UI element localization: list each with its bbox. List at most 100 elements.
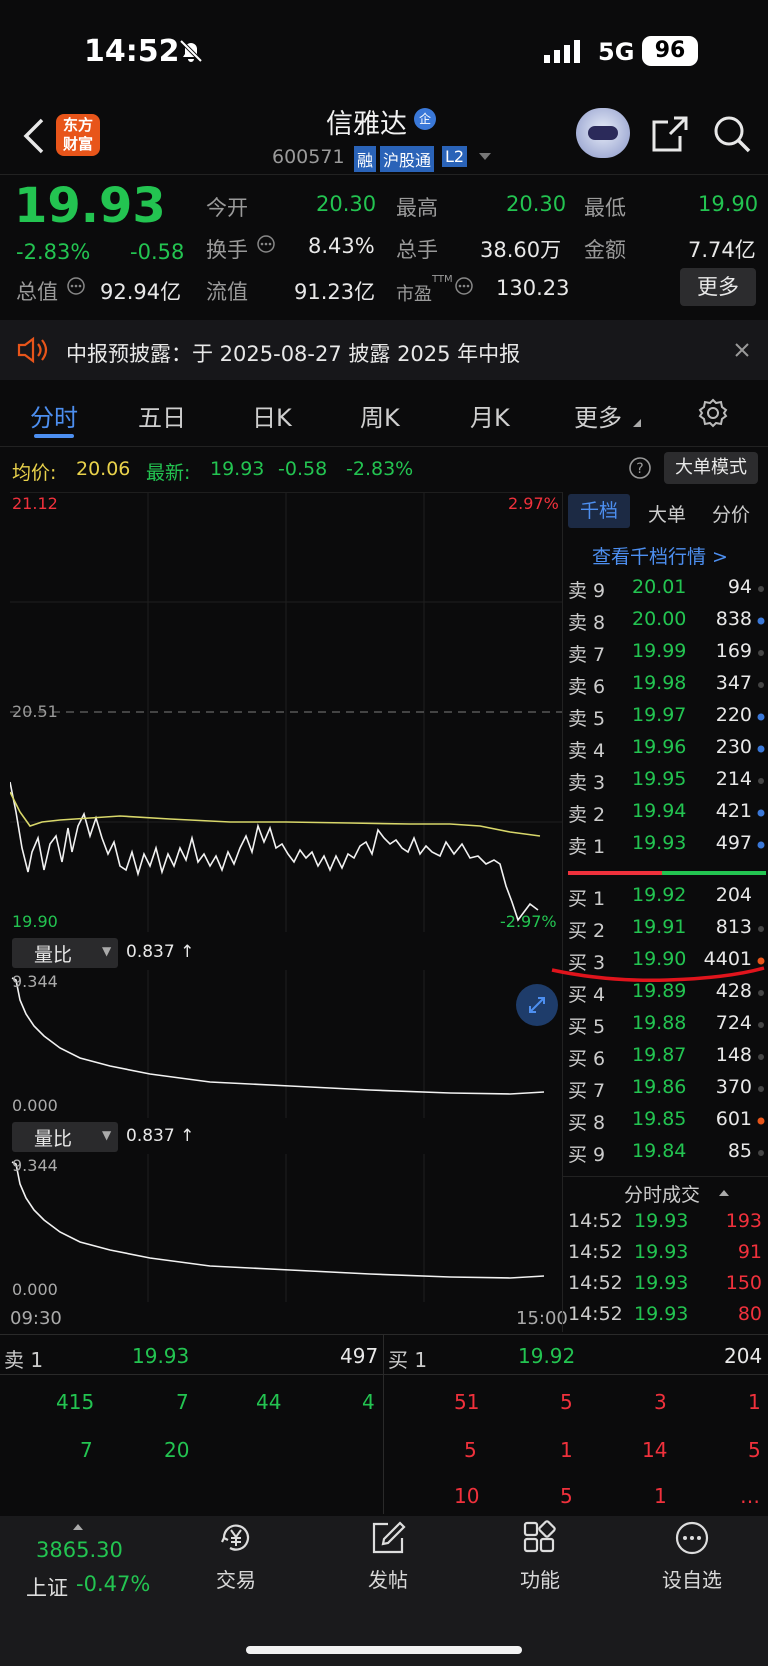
queue-cell: 14: [642, 1438, 668, 1462]
last-price: 19.93: [14, 178, 166, 234]
high-value: 20.30: [506, 192, 567, 216]
queue-cell: 7: [80, 1438, 93, 1462]
bid-row[interactable]: 买 2 19.91 813: [560, 916, 768, 948]
ratio-top-1: 9.344: [12, 972, 58, 991]
nav-post[interactable]: 发帖: [348, 1518, 428, 1593]
dropdown-icon[interactable]: [478, 152, 492, 162]
avg-label: 均价:: [12, 462, 57, 484]
pe-sup: TTM: [432, 274, 453, 285]
info-dots-icon[interactable]: [454, 276, 474, 296]
annotation-underline: [551, 966, 765, 983]
ask-row[interactable]: 卖 3 19.95 214: [560, 768, 768, 800]
change-amount: -0.58: [130, 240, 185, 264]
indicator-label: 量比: [34, 1128, 73, 1150]
mcap-label: 总值: [16, 280, 58, 304]
bid-row[interactable]: 买 9 19.84 85: [560, 1140, 768, 1172]
nav-add-watchlist[interactable]: 设自选: [652, 1518, 732, 1593]
bid-bar: [662, 871, 766, 875]
trade-row: 14:52 19.93 150: [568, 1272, 762, 1294]
bid-row[interactable]: 买 6 19.87 148: [560, 1044, 768, 1076]
collapse-icon[interactable]: [718, 1188, 730, 1198]
chevron-down-icon: ▼: [102, 944, 112, 958]
queue-cell: 5: [464, 1438, 477, 1462]
mcap-value: 92.94亿: [100, 280, 182, 304]
queue-cell: 1: [560, 1438, 573, 1462]
tab-5day[interactable]: 五日: [138, 398, 186, 433]
ratio-chart-2[interactable]: [10, 1154, 563, 1302]
robot-assistant-icon[interactable]: [576, 108, 630, 158]
bid-row[interactable]: 买 7 19.86 370: [560, 1076, 768, 1108]
tab-monthly[interactable]: 月K: [470, 398, 510, 433]
more-button[interactable]: 更多: [680, 268, 756, 306]
bid-row[interactable]: 买 5 19.88 724: [560, 1012, 768, 1044]
stock-code: 600571: [272, 146, 345, 168]
queue-cell: 44: [256, 1390, 282, 1414]
nav-functions[interactable]: 功能: [500, 1518, 580, 1593]
tab-weekly[interactable]: 周K: [360, 398, 400, 433]
close-icon[interactable]: [734, 342, 750, 358]
side-tab-price[interactable]: 分价: [712, 500, 750, 527]
ask-row[interactable]: 卖 4 19.96 230: [560, 736, 768, 768]
signal-icon: [544, 40, 580, 63]
trades-title[interactable]: 分时成交: [624, 1180, 700, 1207]
queue-cell: 1: [748, 1390, 761, 1414]
queue-cell: 10: [454, 1484, 480, 1508]
tab-more[interactable]: 更多: [574, 398, 622, 433]
last-value: 19.93: [210, 458, 265, 480]
help-icon[interactable]: ?: [628, 456, 652, 480]
tab-daily[interactable]: 日K: [252, 398, 292, 433]
settings-gear-icon[interactable]: [698, 398, 728, 428]
side-tab-depth[interactable]: 千档: [568, 494, 630, 528]
queue-cell: 1: [654, 1484, 667, 1508]
expand-button[interactable]: [516, 984, 558, 1026]
search-icon[interactable]: [712, 114, 752, 154]
pct-value: -2.83%: [346, 458, 414, 480]
volume-label: 总手: [396, 238, 438, 262]
home-indicator: [246, 1646, 522, 1654]
index-name[interactable]: 上证: [26, 1572, 68, 1602]
turnover-value: 8.43%: [308, 234, 375, 258]
time-end: 15:00: [516, 1308, 568, 1329]
chevron-down-icon: ▼: [102, 1128, 112, 1142]
ask-row[interactable]: 卖 1 19.93 497: [560, 832, 768, 864]
view-depth-link[interactable]: 查看千档行情 >: [592, 542, 728, 569]
ask-row[interactable]: 卖 7 19.99 169: [560, 640, 768, 672]
order-dots: [757, 586, 765, 849]
index-value[interactable]: 3865.30: [36, 1538, 123, 1562]
back-icon[interactable]: [22, 118, 46, 154]
big-order-mode-button[interactable]: 大单模式: [664, 452, 758, 484]
ratio-top-2: 9.344: [12, 1156, 58, 1175]
pct-max-label: 2.97%: [508, 494, 559, 513]
tab-intraday[interactable]: 分时: [30, 398, 78, 433]
ask-row[interactable]: 卖 2 19.94 421: [560, 800, 768, 832]
indicator-select-1[interactable]: 量比 ▼: [12, 938, 118, 968]
ratio-bottom-1: 0.000: [12, 1096, 58, 1115]
queue-cell: 415: [56, 1390, 95, 1414]
amount-value: 7.74亿: [688, 238, 756, 262]
turnover-label: 换手: [206, 238, 248, 262]
last-label: 最新:: [146, 462, 191, 484]
expand-icon: [529, 997, 545, 1013]
intraday-chart[interactable]: [10, 492, 563, 932]
queue-cell: 20: [164, 1438, 190, 1462]
info-dots-icon[interactable]: [256, 234, 276, 254]
info-dots-icon[interactable]: [66, 276, 86, 296]
bid-row[interactable]: 买 8 19.85 601: [560, 1108, 768, 1140]
connect-badge: 沪股通: [380, 146, 435, 172]
ask-row[interactable]: 卖 5 19.97 220: [560, 704, 768, 736]
nav-label: 发帖: [368, 1568, 408, 1592]
ask-row[interactable]: 卖 6 19.98 347: [560, 672, 768, 704]
side-tab-bigorder[interactable]: 大单: [648, 500, 686, 527]
share-icon[interactable]: [650, 114, 690, 154]
ratio-chart-1[interactable]: [10, 970, 563, 1118]
indicator-select-2[interactable]: 量比 ▼: [12, 1122, 118, 1152]
notice-text[interactable]: 中报预披露：于 2025-08-27 披露 2025 年中报: [66, 338, 520, 368]
bid-row[interactable]: 买 1 19.92 204: [560, 884, 768, 916]
battery-indicator: 96: [642, 36, 698, 66]
index-pct[interactable]: -0.47%: [76, 1572, 150, 1596]
ask-row[interactable]: 卖 9 20.01 94: [560, 576, 768, 608]
nav-trade[interactable]: 交易: [196, 1518, 276, 1593]
queue-cell: 5: [748, 1438, 761, 1462]
ask-row[interactable]: 卖 8 20.00 838: [560, 608, 768, 640]
queue-cell: 5: [560, 1390, 573, 1414]
